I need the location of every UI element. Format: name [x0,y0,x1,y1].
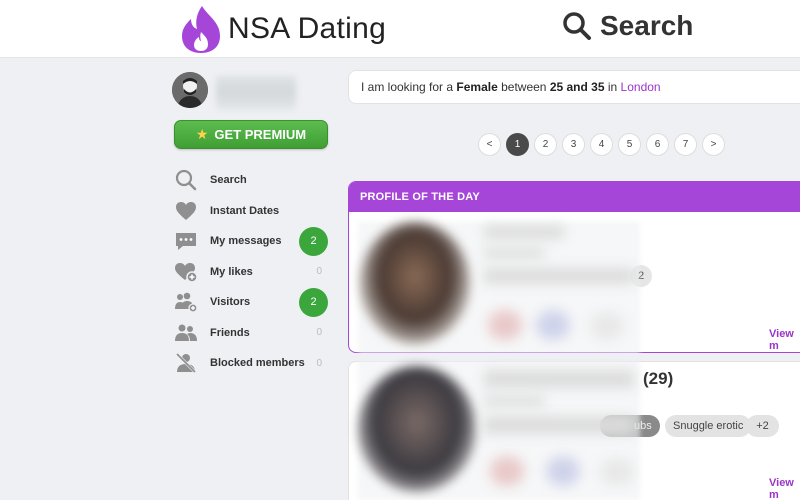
view-more-link[interactable]: View m [769,328,800,352]
profile-name-blurred [484,225,564,239]
action-icon-blurred[interactable] [600,458,634,486]
sidebar-menu: Search Instant Dates My messages 2 My li… [172,165,332,379]
next-page-button[interactable]: > [702,133,725,156]
sidebar-item-label: Search [210,174,247,187]
visitors-icon [174,290,198,314]
search-between: between [501,80,547,94]
top-search-label: Search [600,10,694,41]
blocked-user-icon [174,351,198,375]
action-icon-blurred[interactable] [536,310,570,340]
profile-tags-blurred [484,268,634,284]
premium-label: GET PREMIUM [214,127,307,142]
star-icon: ★ [195,126,209,142]
user-avatar-icon [172,72,208,108]
sidebar-item-label: Instant Dates [210,204,280,217]
prev-page-button[interactable]: < [478,133,501,156]
heart-plus-icon [174,260,198,284]
profile-age: (29) [643,369,674,388]
top-search-link[interactable]: Search [562,10,693,42]
likes-count: 0 [316,266,322,278]
avatar[interactable] [172,72,208,108]
sidebar-item-friends[interactable]: Friends 0 [172,318,332,349]
action-icon-blurred[interactable] [490,456,524,486]
visitors-badge: 2 [299,287,328,317]
search-criteria-bar[interactable]: I am looking for a Female between 25 and… [348,70,800,104]
sidebar-item-instant-dates[interactable]: Instant Dates [172,196,332,227]
sidebar-item-my-messages[interactable]: My messages 2 [172,226,332,257]
search-icon [563,12,591,40]
chat-icon [174,229,198,253]
page-button-6[interactable]: 6 [646,133,669,156]
sidebar-item-label: My likes [210,265,253,278]
profile-photo-blurred[interactable] [358,366,476,492]
search-gender: Female [456,80,498,94]
page-button-4[interactable]: 4 [590,133,613,156]
sidebar-item-search[interactable]: Search [172,165,332,196]
profile-name-blurred [484,370,634,388]
profile-tags-blurred [484,416,634,434]
profile-photo-blurred[interactable] [360,222,470,344]
profile-of-the-day-header: PROFILE OF THE DAY [349,182,800,212]
sidebar-item-label: My messages [210,235,282,248]
page-button-5[interactable]: 5 [618,133,641,156]
sidebar-item-visitors[interactable]: Visitors 2 [172,287,332,318]
user-profile-row[interactable] [172,70,332,110]
more-tags-button[interactable]: +2 [746,415,779,437]
profile-info-blurred [484,396,544,406]
heart-icon [174,199,198,223]
get-premium-button[interactable]: ★ GET PREMIUM [174,120,328,149]
action-icon-blurred[interactable] [546,456,580,486]
sidebar-item-my-likes[interactable]: My likes 0 [172,257,332,288]
search-age-range: 25 and 35 [549,80,605,94]
logo[interactable]: NSA Dating [178,4,386,54]
search-icon [174,168,198,192]
page-button-7[interactable]: 7 [674,133,697,156]
action-icon-blurred[interactable] [590,312,624,340]
page-button-1[interactable]: 1 [506,133,529,156]
unread-badge: 2 [299,226,328,256]
page-button-3[interactable]: 3 [562,133,585,156]
search-prefix: I am looking for a [361,80,454,94]
top-bar: NSA Dating Search [0,0,800,58]
action-icon-blurred[interactable] [488,310,522,340]
blocked-count: 0 [316,357,322,369]
username-blurred [216,76,296,110]
sidebar-item-label: Blocked members [210,357,305,370]
search-city: London [620,80,661,94]
profile-tag[interactable]: Snuggle erotic [665,415,752,437]
sidebar-item-label: Friends [210,326,250,339]
sidebar-item-label: Visitors [210,296,251,309]
friends-icon [174,321,198,345]
view-more-link[interactable]: View m [769,477,800,500]
flame-logo-icon [182,6,220,53]
friends-count: 0 [316,327,322,339]
page-button-2[interactable]: 2 [534,133,557,156]
profile-info-blurred [484,248,544,258]
search-in: in [607,80,618,94]
sidebar-item-blocked-members[interactable]: Blocked members 0 [172,348,332,379]
logo-text: NSA Dating [228,12,387,45]
sidebar: ★ GET PREMIUM Search Instant Dates My me… [172,70,332,379]
pagination: < 1 2 3 4 5 6 7 > [478,133,725,156]
